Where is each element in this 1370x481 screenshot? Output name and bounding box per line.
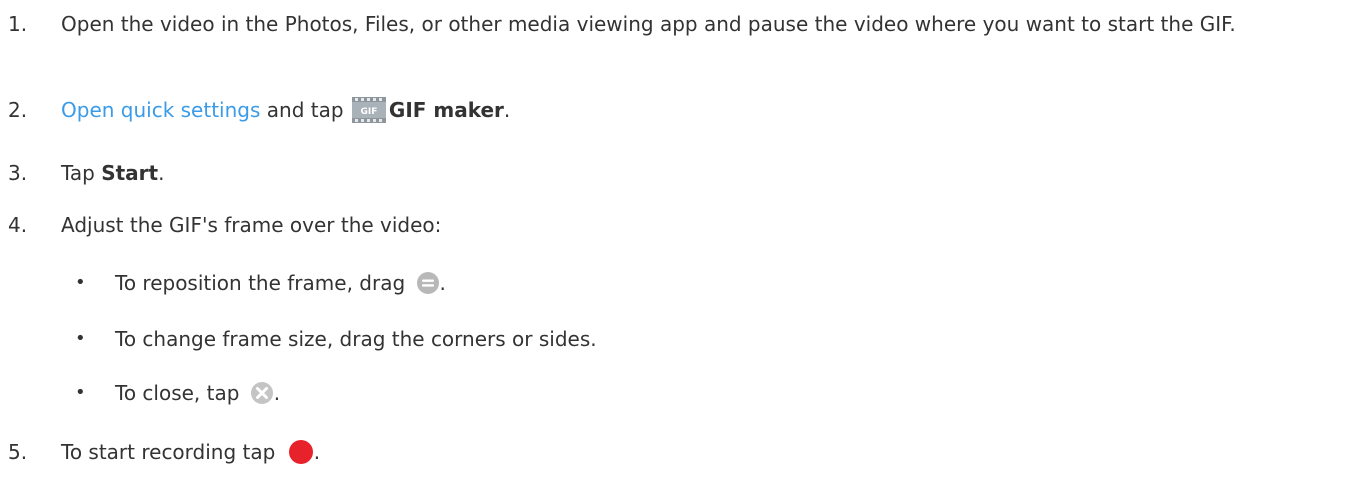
- sub-step-text-part: To close, tap: [115, 381, 246, 405]
- step-text: To start recording tap .: [61, 439, 1361, 467]
- step-text: Open the video in the Photos, Files, or …: [61, 12, 1236, 36]
- start-label: Start: [101, 161, 159, 185]
- step-text-end: .: [313, 440, 321, 464]
- step-text: Adjust the GIF's frame over the video:: [61, 213, 442, 237]
- bullet: •: [75, 382, 86, 403]
- step-text-end: .: [503, 98, 511, 122]
- step-number: 4.: [8, 213, 28, 237]
- sub-step-text-part: To reposition the frame, drag: [115, 271, 412, 295]
- drag-handle-icon: [416, 271, 440, 295]
- instructions-list: 1. Open the video in the Photos, Files, …: [0, 0, 1370, 481]
- step-number: 2.: [8, 98, 28, 122]
- close-circle-icon: [250, 381, 274, 405]
- sub-step-text: To reposition the frame, drag .: [115, 270, 446, 297]
- gif-maker-label: GIF maker: [388, 98, 504, 122]
- open-quick-settings-link[interactable]: Open quick settings: [61, 98, 260, 122]
- step-text: Open quick settings and tap GIF GIF maker…: [61, 96, 1361, 125]
- bullet: •: [75, 272, 86, 293]
- sub-step-text: To change frame size, drag the corners o…: [115, 327, 597, 351]
- step-text-part: and tap: [260, 98, 350, 122]
- sub-step-text-end: .: [439, 271, 446, 295]
- step-text-end: .: [158, 161, 165, 185]
- step-text-part: To start recording tap: [61, 440, 282, 464]
- step-number: 1.: [8, 12, 28, 36]
- svg-text:GIF: GIF: [360, 107, 377, 117]
- sub-step-text-end: .: [273, 381, 281, 405]
- record-dot-icon: [288, 439, 314, 465]
- gif-maker-icon: GIF: [351, 96, 386, 123]
- step-number: 5.: [8, 440, 28, 464]
- step-number: 3.: [8, 161, 28, 185]
- bullet: •: [75, 328, 86, 349]
- step-text-part: Tap: [61, 161, 102, 185]
- sub-step-text: To close, tap .: [115, 380, 280, 407]
- step-text: Tap Start.: [61, 160, 1361, 186]
